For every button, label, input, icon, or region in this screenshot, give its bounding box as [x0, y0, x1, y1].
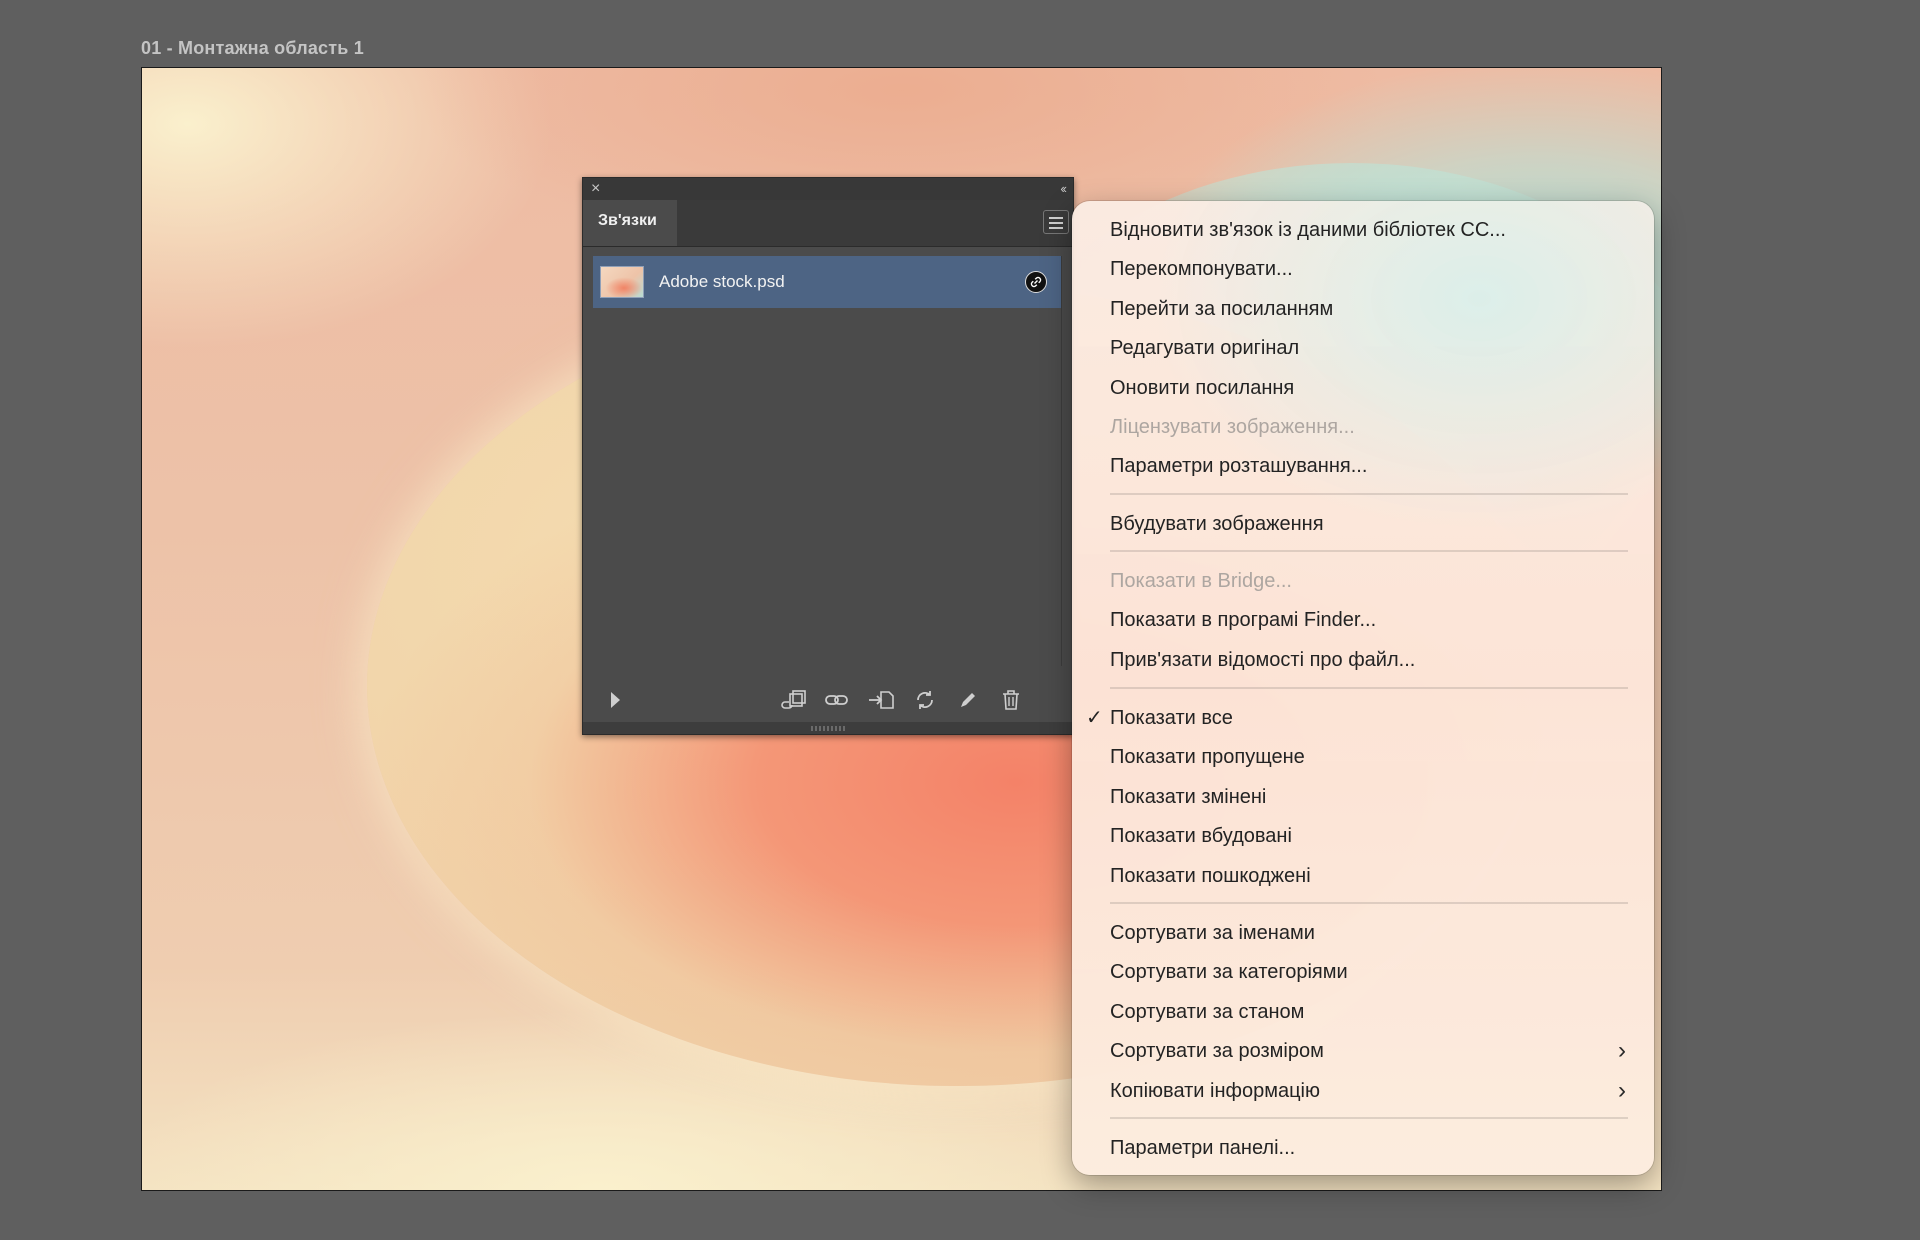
- menu-item-license-image: Ліцензувати зображення...: [1072, 408, 1654, 446]
- menu-item-label: Параметри панелі...: [1110, 1137, 1296, 1159]
- go-to-link-icon[interactable]: [867, 688, 894, 712]
- menu-item-label: Перейти за посиланням: [1110, 298, 1334, 320]
- chevron-right-icon: ›: [1618, 1077, 1626, 1104]
- menu-item-label: Показати в Bridge...: [1110, 570, 1292, 592]
- link-thumbnail: [600, 266, 644, 298]
- menu-item-placement-options[interactable]: Параметри розташування...: [1072, 447, 1654, 485]
- update-link-icon[interactable]: [913, 688, 939, 712]
- menu-item-label: Сортувати за категоріями: [1110, 961, 1348, 983]
- chevron-right-icon: ›: [1618, 1037, 1626, 1064]
- tab-links[interactable]: Зв'язки: [583, 200, 677, 246]
- panel-menu-button[interactable]: [1043, 210, 1069, 234]
- menu-item-sort-by-size[interactable]: Сортувати за розміром ›: [1072, 1032, 1654, 1070]
- menu-item-label: Вбудувати зображення: [1110, 513, 1324, 535]
- menu-item-label: Копіювати інформацію: [1110, 1080, 1320, 1102]
- menu-item-label: Сортувати за розміром: [1110, 1040, 1324, 1062]
- menu-separator: [1110, 493, 1628, 495]
- artboard-label[interactable]: 01 - Монтажна область 1: [141, 38, 364, 59]
- menu-item-embed-image[interactable]: Вбудувати зображення: [1072, 505, 1654, 543]
- menu-item-label: Показати вбудовані: [1110, 825, 1292, 847]
- menu-item-show-modified[interactable]: Показати змінені: [1072, 778, 1654, 816]
- link-icon: [1025, 271, 1047, 293]
- menu-item-show-broken[interactable]: Показати пошкоджені: [1072, 857, 1654, 895]
- menu-item-relink[interactable]: Перекомпонувати...: [1072, 250, 1654, 288]
- menu-item-sort-by-name[interactable]: Сортувати за іменами: [1072, 914, 1654, 952]
- menu-item-label: Показати в програмі Finder...: [1110, 609, 1377, 631]
- context-menu: Відновити зв'язок із даними бібліотек CC…: [1072, 201, 1654, 1175]
- menu-separator: [1110, 902, 1628, 904]
- menu-item-panel-options[interactable]: Параметри панелі...: [1072, 1129, 1654, 1167]
- menu-item-update-link[interactable]: Оновити посилання: [1072, 369, 1654, 407]
- relink-icon[interactable]: [824, 688, 850, 712]
- hamburger-icon-line: [1049, 222, 1063, 224]
- menu-item-show-missing[interactable]: Показати пропущене: [1072, 738, 1654, 776]
- edit-original-icon[interactable]: [956, 688, 982, 712]
- play-icon[interactable]: [605, 688, 631, 712]
- menu-item-label: Сортувати за іменами: [1110, 922, 1315, 944]
- menu-item-sort-by-kind[interactable]: Сортувати за категоріями: [1072, 953, 1654, 991]
- menu-item-label: Показати все: [1110, 707, 1233, 729]
- delete-icon[interactable]: [999, 688, 1025, 712]
- menu-item-link-file-info[interactable]: Прив'язати відомості про файл...: [1072, 641, 1654, 679]
- links-panel: × ‹‹ Зв'язки Adobe stock.psd: [582, 177, 1074, 735]
- hamburger-icon: [1049, 217, 1063, 219]
- hamburger-icon-line: [1049, 227, 1063, 229]
- menu-item-label: Прив'язати відомості про файл...: [1110, 649, 1416, 671]
- menu-item-copy-info[interactable]: Копіювати інформацію ›: [1072, 1072, 1654, 1110]
- menu-item-show-all[interactable]: ✓ Показати все: [1072, 699, 1654, 737]
- menu-separator: [1110, 1117, 1628, 1119]
- link-row[interactable]: Adobe stock.psd: [593, 256, 1061, 308]
- checkmark-icon: ✓: [1086, 707, 1103, 729]
- panel-resize-grip[interactable]: [583, 722, 1073, 734]
- menu-item-label: Перекомпонувати...: [1110, 258, 1293, 280]
- menu-item-go-to-link[interactable]: Перейти за посиланням: [1072, 290, 1654, 328]
- menu-item-label: Показати пропущене: [1110, 746, 1305, 768]
- links-list: Adobe stock.psd: [593, 256, 1062, 666]
- menu-item-label: Ліцензувати зображення...: [1110, 416, 1355, 438]
- menu-item-reveal-in-bridge: Показати в Bridge...: [1072, 562, 1654, 600]
- panel-toolbar: [583, 680, 1073, 718]
- menu-separator: [1110, 687, 1628, 689]
- menu-item-label: Редагувати оригінал: [1110, 337, 1300, 359]
- menu-item-label: Показати змінені: [1110, 786, 1267, 808]
- menu-item-label: Сортувати за станом: [1110, 1001, 1305, 1023]
- close-icon[interactable]: ×: [591, 179, 600, 199]
- menu-separator: [1110, 550, 1628, 552]
- menu-item-label: Відновити зв'язок із даними бібліотек CC…: [1110, 219, 1506, 241]
- menu-item-edit-original[interactable]: Редагувати оригінал: [1072, 329, 1654, 367]
- menu-item-show-embedded[interactable]: Показати вбудовані: [1072, 817, 1654, 855]
- grip-dots: [811, 726, 845, 731]
- menu-item-label: Оновити посилання: [1110, 377, 1295, 399]
- relink-from-libraries-icon[interactable]: [779, 688, 806, 712]
- link-name: Adobe stock.psd: [659, 272, 785, 291]
- panel-tab-bar: Зв'язки: [583, 200, 1073, 247]
- collapse-icon[interactable]: ‹‹: [1060, 178, 1067, 200]
- menu-item-relink-cc-libraries[interactable]: Відновити зв'язок із даними бібліотек CC…: [1072, 211, 1654, 249]
- menu-item-label: Параметри розташування...: [1110, 455, 1368, 477]
- menu-item-label: Показати пошкоджені: [1110, 865, 1311, 887]
- menu-item-sort-by-status[interactable]: Сортувати за станом: [1072, 993, 1654, 1031]
- menu-item-reveal-in-finder[interactable]: Показати в програмі Finder...: [1072, 601, 1654, 639]
- panel-title-bar[interactable]: × ‹‹: [583, 178, 1073, 200]
